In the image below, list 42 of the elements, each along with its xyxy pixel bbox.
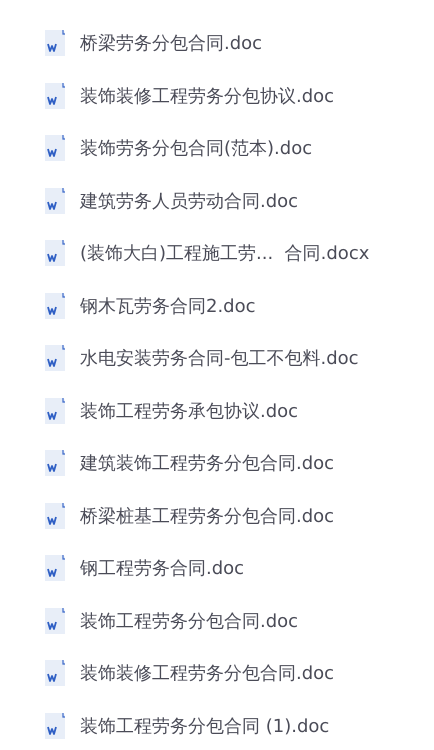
file-item[interactable]: 装饰工程劳务分包合同 (1).doc [0, 700, 434, 750]
document-icon [44, 398, 66, 424]
file-name: 钢木瓦劳务合同2.doc [80, 294, 256, 318]
document-icon [44, 292, 66, 319]
document-icon [44, 450, 66, 476]
file-item[interactable]: 装饰劳务分包合同(范本).doc [0, 122, 434, 174]
file-item[interactable]: 装饰工程劳务承包协议.doc [0, 384, 434, 437]
document-icon [44, 660, 66, 686]
file-name: 建筑装饰工程劳务分包合同.doc [80, 452, 334, 476]
file-item[interactable]: 建筑装饰工程劳务分包合同.doc [0, 437, 434, 490]
file-item[interactable]: 水电安装劳务合同-包工不包料.doc [0, 332, 434, 384]
document-icon [44, 82, 66, 109]
document-icon [44, 712, 66, 739]
file-name: 装饰劳务分包合同(范本).doc [80, 137, 312, 160]
file-item[interactable]: 桥梁劳务分包合同.doc [0, 17, 434, 70]
file-name: 桥梁劳务分包合同.doc [80, 32, 262, 56]
file-item[interactable]: 建筑劳务人员劳动合同.doc [0, 174, 434, 227]
document-icon [44, 608, 66, 634]
document-icon [44, 30, 66, 56]
file-name: 建筑劳务人员劳动合同.doc [80, 190, 298, 213]
file-item[interactable]: 装饰工程劳务分包合同.doc [0, 594, 434, 647]
file-name: 装饰工程劳务分包合同 (1).doc [80, 714, 330, 738]
file-item[interactable]: 钢木瓦劳务合同2.doc [0, 280, 434, 332]
file-name: 装饰装修工程劳务分包协议.doc [80, 84, 334, 108]
file-item[interactable]: 装饰装修工程劳务分包协议.doc [0, 70, 434, 122]
file-name: (装饰大白)工程施工劳... 合同.docx [80, 242, 370, 266]
document-icon [44, 240, 66, 266]
document-icon [44, 135, 66, 162]
document-icon [44, 188, 66, 214]
file-item[interactable]: 装饰装修工程劳务分包合同.doc [0, 647, 434, 700]
file-name: 装饰工程劳务分包合同.doc [80, 610, 298, 633]
file-name: 钢工程劳务合同.doc [80, 557, 244, 580]
file-item[interactable]: 钢工程劳务合同.doc [0, 542, 434, 594]
document-icon [44, 555, 66, 582]
file-name: 桥梁桩基工程劳务分包合同.doc [80, 504, 334, 528]
document-icon [44, 502, 66, 529]
file-item[interactable]: 桥梁桩基工程劳务分包合同.doc [0, 490, 434, 542]
file-name: 装饰装修工程劳务分包合同.doc [80, 662, 334, 686]
file-name: 装饰工程劳务承包协议.doc [80, 400, 298, 423]
file-item[interactable]: (装饰大白)工程施工劳... 合同.docx [0, 227, 434, 280]
file-name: 水电安装劳务合同-包工不包料.doc [80, 347, 359, 370]
document-icon [44, 345, 66, 372]
